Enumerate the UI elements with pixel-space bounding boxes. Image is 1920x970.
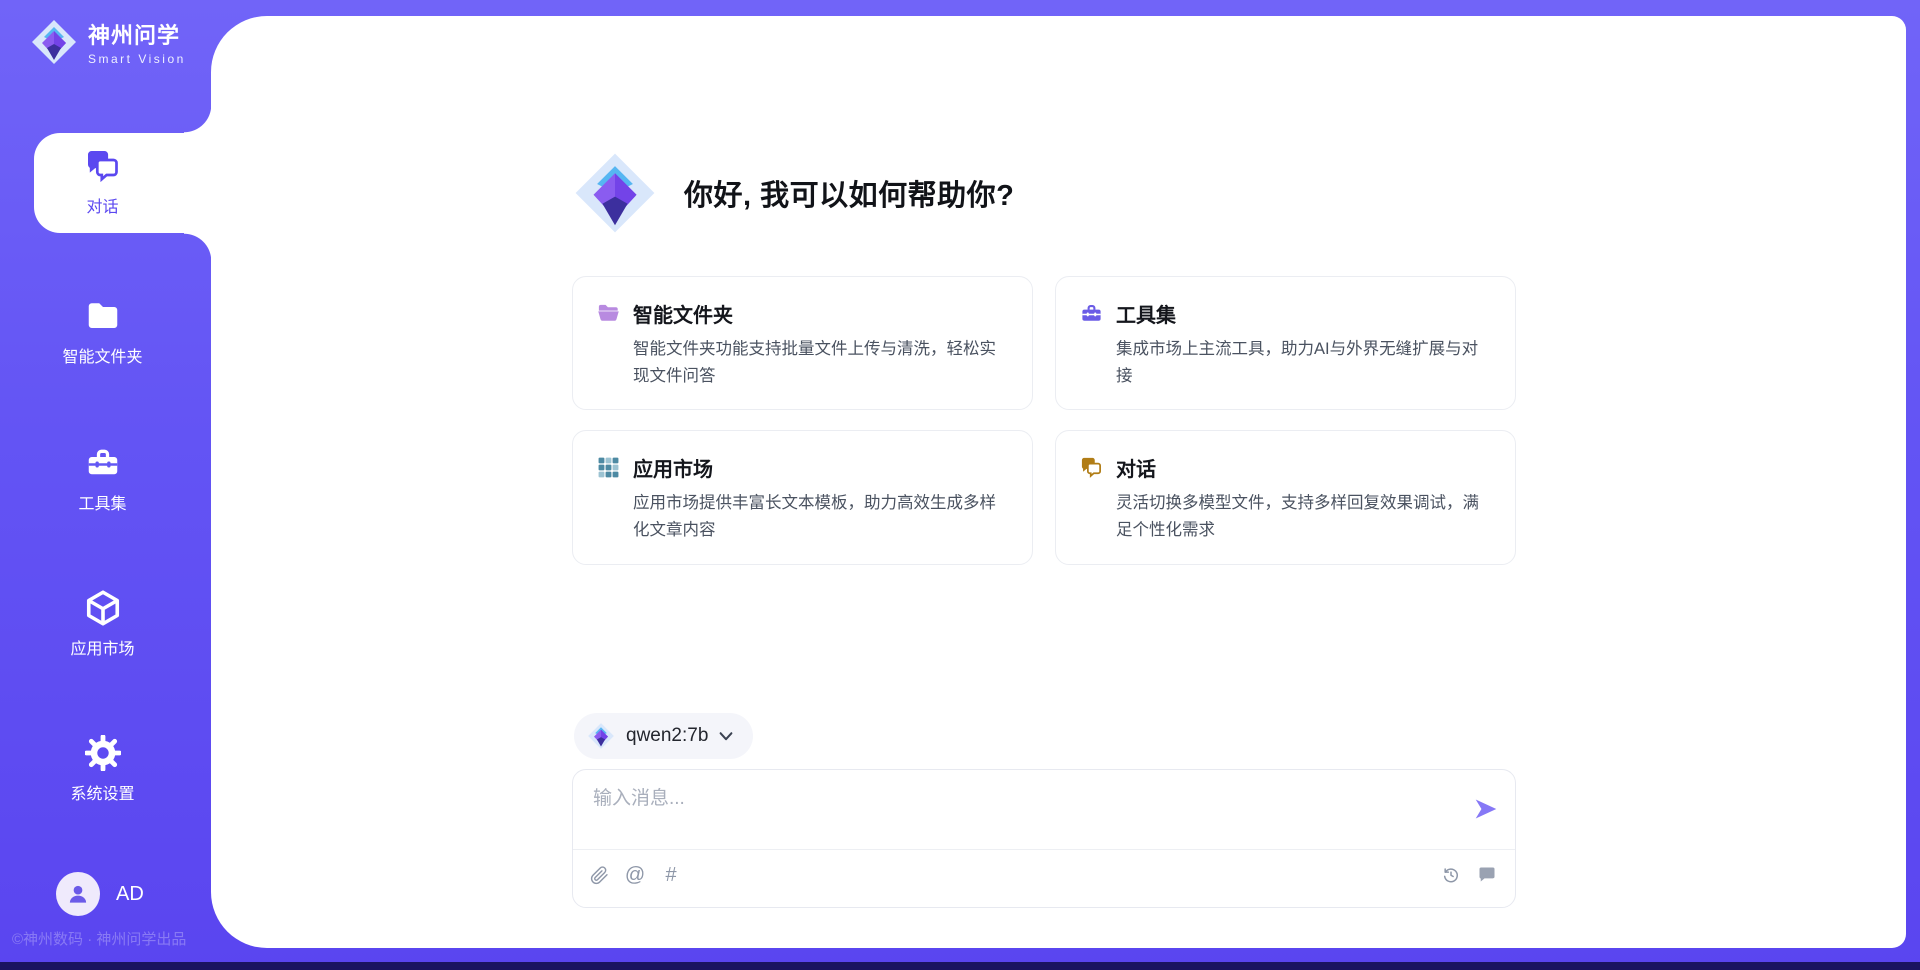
main-content: 你好, 我可以如何帮助你? 智能文件夹 智能文件夹功能支持批量文件上传与清洗，轻… xyxy=(572,16,1516,948)
brand-name: 神州问学 xyxy=(88,18,186,50)
card-app-market[interactable]: 应用市场 应用市场提供丰富长文本模板，助力高效生成多样化文章内容 xyxy=(572,430,1033,564)
chevron-down-icon xyxy=(719,731,733,742)
mention-button[interactable]: @ xyxy=(623,863,647,887)
active-tab-fillet-bottom xyxy=(184,233,212,261)
main-panel: 你好, 我可以如何帮助你? 智能文件夹 智能文件夹功能支持批量文件上传与清洗，轻… xyxy=(211,16,1906,948)
sidebar-item-app-market[interactable]: 应用市场 xyxy=(0,590,205,659)
model-name: qwen2:7b xyxy=(626,725,708,747)
chat-bubble-icon xyxy=(1477,865,1497,885)
card-toolkit[interactable]: 工具集 集成市场上主流工具，助力AI与外界无缝扩展与对接 xyxy=(1055,276,1516,410)
sidebar-item-settings[interactable]: 系统设置 xyxy=(0,735,205,804)
card-title: 应用市场 xyxy=(633,453,713,482)
sidebar-item-chat[interactable]: 对话 xyxy=(0,148,205,217)
sidebar-item-label: 对话 xyxy=(86,193,118,217)
card-description: 集成市场上主流工具，助力AI与外界无缝扩展与对接 xyxy=(1116,336,1491,389)
card-chat[interactable]: 对话 灵活切换多模型文件，支持多样回复效果调试，满足个性化需求 xyxy=(1055,430,1516,564)
brand: 神州问学 Smart Vision xyxy=(30,18,186,66)
card-description: 灵活切换多模型文件，支持多样回复效果调试，满足个性化需求 xyxy=(1116,490,1491,543)
history-icon xyxy=(1441,865,1461,885)
toolbox-icon xyxy=(85,445,121,481)
folder-icon xyxy=(597,302,620,325)
sidebar: 神州问学 Smart Vision 对话 智能文件夹 xyxy=(0,0,211,970)
card-description: 智能文件夹功能支持批量文件上传与清洗，轻松实现文件问答 xyxy=(633,336,1008,389)
paperclip-icon xyxy=(590,866,609,885)
model-selector[interactable]: qwen2:7b xyxy=(574,713,753,759)
chat-icon xyxy=(1080,456,1103,479)
chat-bubble-button[interactable] xyxy=(1475,863,1499,887)
chat-icon xyxy=(85,148,121,184)
sidebar-item-toolkit[interactable]: 工具集 xyxy=(0,445,205,514)
avatar[interactable] xyxy=(56,872,100,916)
bottom-edge-strip xyxy=(0,962,1920,970)
history-button[interactable] xyxy=(1439,863,1463,887)
brand-logo-icon xyxy=(30,18,78,66)
sidebar-item-smart-folder[interactable]: 智能文件夹 xyxy=(0,298,205,367)
card-title: 智能文件夹 xyxy=(633,299,733,328)
message-input[interactable] xyxy=(593,783,1453,843)
attachment-button[interactable] xyxy=(587,863,611,887)
greeting-logo-icon xyxy=(572,150,658,236)
app-window: 神州问学 Smart Vision 对话 智能文件夹 xyxy=(0,0,1920,970)
cube-icon xyxy=(85,590,121,626)
card-title: 工具集 xyxy=(1116,299,1176,328)
greeting-title: 你好, 我可以如何帮助你? xyxy=(684,172,1014,214)
send-icon[interactable] xyxy=(1473,796,1499,822)
card-smart-folder[interactable]: 智能文件夹 智能文件夹功能支持批量文件上传与清洗，轻松实现文件问答 xyxy=(572,276,1033,410)
active-tab-fillet-top xyxy=(184,105,212,133)
brand-subtitle: Smart Vision xyxy=(88,52,186,66)
composer-divider xyxy=(573,849,1515,850)
gear-icon xyxy=(85,735,121,771)
greeting: 你好, 我可以如何帮助你? xyxy=(572,150,1014,236)
user-name: AD xyxy=(116,883,144,906)
toolbox-icon xyxy=(1080,302,1103,325)
message-composer: @ # xyxy=(572,769,1516,908)
composer-tools-left: @ # xyxy=(587,863,683,887)
sidebar-item-label: 智能文件夹 xyxy=(62,343,142,367)
card-title: 对话 xyxy=(1116,453,1156,482)
grid-icon xyxy=(597,456,620,479)
feature-cards: 智能文件夹 智能文件夹功能支持批量文件上传与清洗，轻松实现文件问答 工具 xyxy=(572,276,1516,565)
model-logo-icon xyxy=(587,722,615,750)
card-description: 应用市场提供丰富长文本模板，助力高效生成多样化文章内容 xyxy=(633,490,1008,543)
sidebar-item-label: 系统设置 xyxy=(70,780,134,804)
person-icon xyxy=(65,881,91,907)
composer-tools-right xyxy=(1439,863,1499,887)
copyright-text: ©神州数码 · 神州问学出品 xyxy=(12,928,212,949)
sidebar-item-label: 工具集 xyxy=(78,490,126,514)
user-account[interactable]: AD xyxy=(56,872,144,916)
hashtag-button[interactable]: # xyxy=(659,863,683,887)
folder-icon xyxy=(85,298,121,334)
sidebar-item-label: 应用市场 xyxy=(70,635,134,659)
